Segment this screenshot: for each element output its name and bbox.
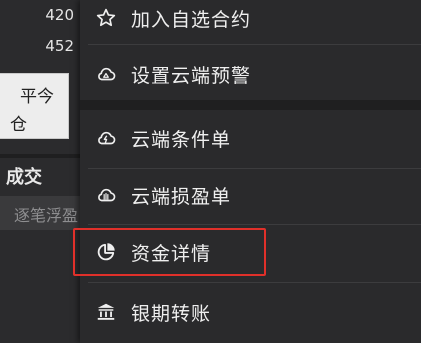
cloud-lightning-icon bbox=[94, 126, 118, 150]
menu-item-label: 资金详情 bbox=[131, 242, 212, 265]
deal-section-title: 成交 bbox=[6, 167, 42, 188]
divider bbox=[0, 154, 80, 158]
price-value: 452 bbox=[45, 37, 74, 55]
menu-separator bbox=[88, 168, 421, 169]
price-value: 420 bbox=[45, 6, 74, 24]
close-today-button[interactable]: 平今 仓 bbox=[0, 73, 69, 139]
star-outline-icon bbox=[94, 6, 118, 30]
pie-chart-icon bbox=[94, 240, 118, 264]
close-today-button-label-2: 仓 bbox=[10, 115, 27, 135]
cloud-stop-icon bbox=[94, 183, 118, 207]
menu-separator bbox=[88, 224, 421, 225]
menu-item-set-cloud-alert[interactable]: 设置云端预警 bbox=[80, 52, 421, 96]
tab-floating-pnl-label: 逐笔浮盈 bbox=[13, 206, 78, 225]
menu-item-cloud-conditional-order[interactable]: 云端条件单 bbox=[80, 116, 421, 160]
menu-item-cloud-stop-order[interactable]: 云端损盈单 bbox=[80, 173, 421, 217]
tab-floating-pnl[interactable]: 逐笔浮盈 bbox=[0, 196, 80, 230]
bank-icon bbox=[94, 300, 118, 324]
menu-item-bank-futures-transfer[interactable]: 银期转账 bbox=[80, 290, 421, 334]
menu-item-add-to-watchlist[interactable]: 加入自选合约 bbox=[80, 0, 421, 40]
close-today-button-label: 平今 bbox=[20, 87, 54, 107]
context-menu: 加入自选合约 设置云端预警 云端条件单 云端损盈单 资金详情 银期转账 bbox=[80, 0, 421, 343]
menu-item-label: 云端损盈单 bbox=[131, 185, 232, 208]
background-trading-panel: 420 452 平今 仓 成交 逐笔浮盈 bbox=[0, 0, 80, 343]
menu-group-gap bbox=[80, 100, 421, 110]
cloud-alert-icon bbox=[94, 62, 118, 86]
menu-item-label: 云端条件单 bbox=[131, 128, 232, 151]
menu-item-label: 加入自选合约 bbox=[131, 8, 252, 31]
menu-item-label: 设置云端预警 bbox=[131, 64, 252, 87]
menu-item-label: 银期转账 bbox=[131, 302, 212, 325]
menu-separator bbox=[88, 282, 421, 283]
menu-item-fund-details[interactable]: 资金详情 bbox=[80, 230, 421, 274]
menu-separator bbox=[88, 44, 421, 45]
